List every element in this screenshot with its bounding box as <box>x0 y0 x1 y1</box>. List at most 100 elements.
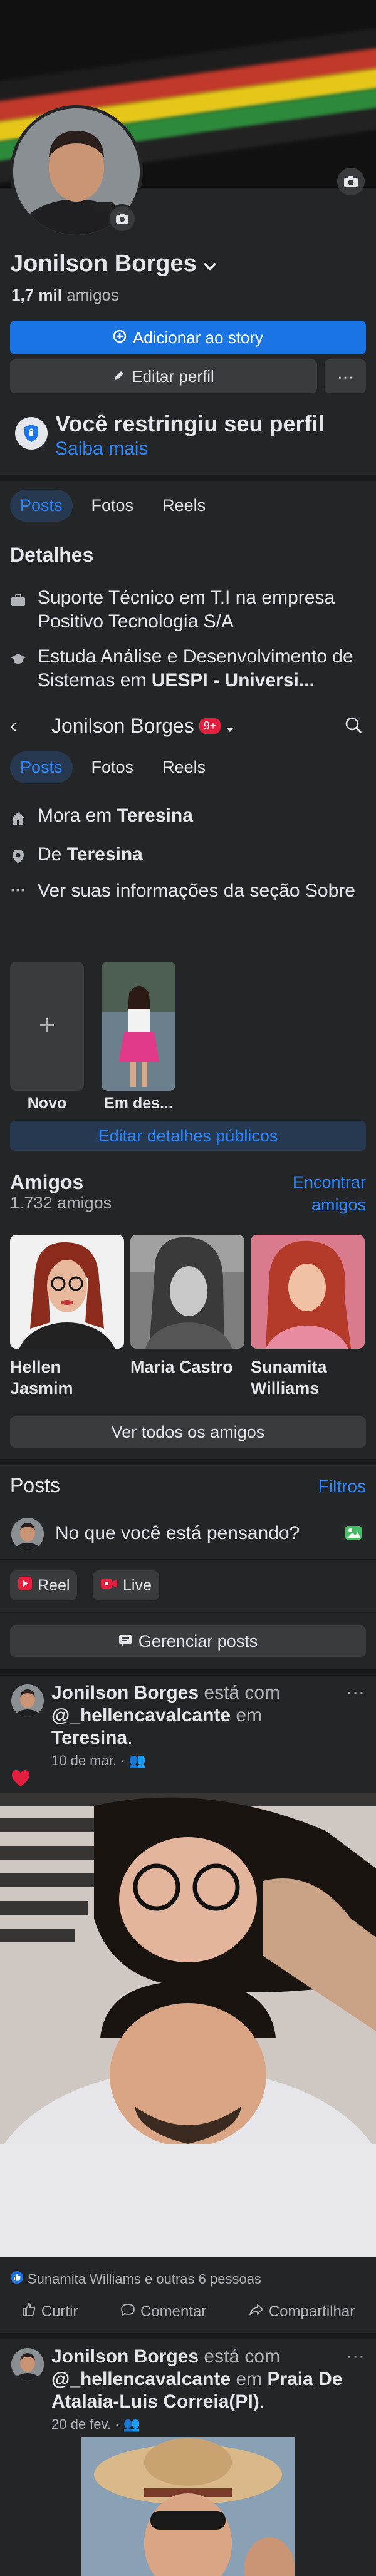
featured-highlight-card[interactable] <box>102 962 175 1091</box>
search-icon[interactable] <box>345 716 362 737</box>
post-more-options-button[interactable]: ··· <box>346 1682 365 1703</box>
sticky-profile-header: ‹ Jonilson Borges 9+ <box>0 704 376 748</box>
post-meta: 20 de fev. · 👥 <box>51 2416 140 2432</box>
from-city[interactable]: Teresina <box>67 844 143 865</box>
edit-profile-label: Editar perfil <box>132 366 214 386</box>
post-tagged-user[interactable]: @_hellencavalcante <box>51 1705 231 1726</box>
new-featured-label: Novo <box>27 1095 67 1112</box>
detail-from: De Teresina <box>10 843 366 872</box>
detail-about[interactable]: ··· Ver suas informações da seção Sobre <box>10 879 366 903</box>
reel-icon <box>18 1576 33 1595</box>
chevron-down-icon[interactable] <box>203 250 217 277</box>
avatar[interactable] <box>11 2348 44 2381</box>
composer-placeholder[interactable]: No que você está pensando? <box>55 1523 300 1544</box>
friend-name[interactable]: Sunamita Williams <box>251 1356 365 1399</box>
from-text: De Teresina <box>38 843 143 872</box>
post-actions: Curtir Comentar Compartilhar <box>0 2294 376 2329</box>
filters-link[interactable]: Filtros <box>318 1476 366 1497</box>
new-featured-card[interactable] <box>10 962 84 1091</box>
friend-name[interactable]: Maria Castro <box>130 1356 244 1378</box>
tab-photos[interactable]: Fotos <box>81 490 144 522</box>
pencil-icon <box>113 367 125 386</box>
live-label: Live <box>123 1576 152 1594</box>
live-icon <box>100 1577 118 1595</box>
section-divider <box>0 1459 376 1465</box>
friends-summary[interactable]: 1,7 mil amigos <box>11 286 119 305</box>
add-to-story-label: Adicionar ao story <box>132 327 264 347</box>
home-icon <box>10 809 26 833</box>
about-text: Ver suas informações da seção Sobre <box>38 880 355 901</box>
detail-lives: Mora em Teresina <box>10 804 366 833</box>
featured-highlight-label: Em des... <box>104 1095 173 1112</box>
add-to-story-button[interactable]: Adicionar ao story <box>10 321 366 354</box>
sticky-name-row[interactable]: Jonilson Borges 9+ <box>51 714 234 738</box>
post-reactions[interactable]: Sunamita Williams e outras 6 pessoas <box>10 2270 261 2288</box>
live-button[interactable]: Live <box>93 1570 159 1600</box>
tab-posts[interactable]: Posts <box>10 490 73 522</box>
manage-posts-button[interactable]: Gerenciar posts <box>10 1625 366 1657</box>
more-options-button[interactable]: ··· <box>325 359 366 393</box>
post-place[interactable]: Teresina <box>51 1728 127 1748</box>
edit-public-details-button[interactable]: Editar detalhes públicos <box>10 1121 366 1151</box>
caret-down-icon <box>226 714 234 738</box>
section-divider <box>0 475 376 481</box>
thin-divider <box>0 1559 376 1560</box>
like-button[interactable]: Curtir <box>21 2302 78 2322</box>
profile-name-row[interactable]: Jonilson Borges <box>10 250 217 277</box>
edit-avatar-camera-icon[interactable] <box>108 204 137 233</box>
reel-label: Reel <box>38 1576 70 1594</box>
reactions-text: Sunamita Williams e outras 6 pessoas <box>28 2271 261 2287</box>
friends-audience-icon: 👥 <box>123 2416 140 2432</box>
lives-prefix: Mora em <box>38 805 117 826</box>
education-place[interactable]: UESPI - Universi... <box>152 670 315 691</box>
edit-profile-button[interactable]: Editar perfil <box>10 359 317 393</box>
learn-more-link[interactable]: Saiba mais <box>55 438 148 460</box>
share-button[interactable]: Compartilhar <box>249 2302 355 2322</box>
post-with-text: está com <box>199 1682 281 1703</box>
reel-button[interactable]: Reel <box>10 1570 78 1600</box>
friend-card[interactable]: Maria Castro <box>130 1235 244 1378</box>
lives-city[interactable]: Teresina <box>117 805 193 826</box>
tab-reels[interactable]: Reels <box>152 490 216 522</box>
post-composer[interactable]: No que você está pensando? <box>0 1509 376 1559</box>
tab-photos-sticky[interactable]: Fotos <box>81 751 144 783</box>
location-icon <box>10 848 26 872</box>
friend-card[interactable]: Hellen Jasmim <box>10 1235 124 1399</box>
post-author[interactable]: Jonilson Borges <box>51 1682 199 1703</box>
more-dots-icon: ··· <box>11 882 26 899</box>
photo-icon[interactable] <box>345 1524 362 1545</box>
section-divider <box>0 1669 376 1676</box>
post-more-options-button[interactable]: ··· <box>346 2346 365 2367</box>
find-friends-link[interactable]: Encontrar amigos <box>285 1171 366 1216</box>
thin-divider <box>0 1612 376 1613</box>
tab-reels-sticky[interactable]: Reels <box>152 751 216 783</box>
avatar <box>11 1518 44 1550</box>
post-end: . <box>127 1728 133 1748</box>
sticky-profile-name: Jonilson Borges <box>51 714 194 737</box>
post-with-text: está com <box>199 2346 281 2367</box>
tab-posts-sticky[interactable]: Posts <box>10 751 73 783</box>
friend-card[interactable]: Sunamita Williams <box>251 1235 365 1399</box>
friend-photo[interactable] <box>10 1235 124 1349</box>
post-photo[interactable] <box>0 1793 376 2257</box>
friend-photo[interactable] <box>251 1235 365 1349</box>
post-tagged-user[interactable]: @_hellencavalcante <box>51 2369 231 2389</box>
like-icon <box>21 2302 36 2322</box>
restriction-title: Você restringiu seu perfil <box>55 411 325 436</box>
comment-button[interactable]: Comentar <box>120 2302 206 2322</box>
edit-cover-camera-icon[interactable] <box>337 168 365 195</box>
friend-name[interactable]: Hellen Jasmim <box>10 1356 124 1399</box>
education-text: Estuda Análise e Desenvolvimento de Sist… <box>38 645 366 693</box>
detail-education: Estuda Análise e Desenvolvimento de Sist… <box>10 645 366 693</box>
back-chevron-icon[interactable]: ‹ <box>10 714 17 738</box>
avatar[interactable] <box>11 1684 44 1717</box>
shield-icon <box>15 417 48 450</box>
friend-photo[interactable] <box>130 1235 244 1349</box>
post-author[interactable]: Jonilson Borges <box>51 2346 199 2367</box>
friends-total: 1.732 amigos <box>10 1193 112 1212</box>
details-heading: Detalhes <box>10 544 94 566</box>
post-photo[interactable] <box>81 2437 295 2576</box>
post-date[interactable]: 10 de mar. <box>51 1753 117 1768</box>
post-date[interactable]: 20 de fev. <box>51 2416 111 2432</box>
see-all-friends-button[interactable]: Ver todos os amigos <box>10 1416 366 1448</box>
